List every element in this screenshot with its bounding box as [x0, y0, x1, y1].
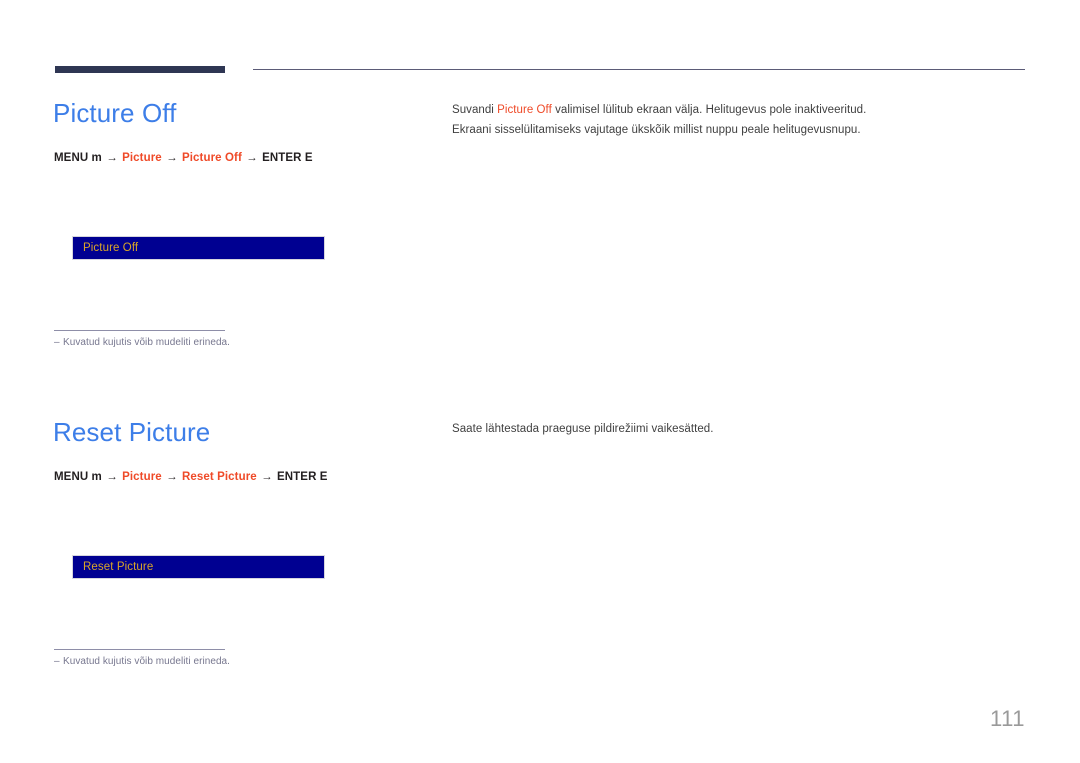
menu-path-suffix: ENTER E [277, 471, 328, 483]
page-number: 111 [990, 706, 1025, 731]
section-heading: Reset Picture [53, 417, 211, 447]
section-heading: Picture Off [53, 98, 177, 128]
footnote-text: Kuvatud kujutis võib mudeliti erineda. [63, 337, 230, 348]
footnote-dash: – [54, 656, 60, 667]
menu-path: MENU m → Picture → Reset Picture → ENTER… [54, 471, 328, 483]
osd-menu-bar: Reset Picture [72, 555, 325, 579]
footnote-dash: – [54, 337, 60, 348]
body-copy-line-1: Saate lähtestada praeguse pildirežiimi v… [452, 419, 1012, 439]
footnote-rule [54, 649, 225, 650]
body-copy-line-1: Suvandi Picture Off valimisel lülitub ek… [452, 100, 1012, 120]
header-rule-thick [55, 66, 225, 73]
menu-path-arrow-2: → [166, 152, 178, 164]
osd-menu-label: Reset Picture [83, 561, 154, 573]
menu-path-prefix: MENU m [54, 471, 102, 483]
osd-menu-bar: Picture Off [72, 236, 325, 260]
body-copy-line-2: Ekraani sisselülitamiseks vajutage ükskõ… [452, 124, 861, 136]
menu-path-step-2: Reset Picture [181, 471, 257, 483]
body-copy-line-1-accent: Picture Off [497, 104, 552, 116]
body-copy-line-1-before: Suvandi [452, 104, 498, 116]
menu-path-step-1: Picture [122, 152, 162, 164]
header-rule-thin [253, 69, 1025, 70]
menu-path-step-1: Picture [122, 471, 162, 483]
footnote-rule [54, 330, 225, 331]
menu-path-prefix: MENU m [54, 152, 102, 164]
footnote-text: Kuvatud kujutis võib mudeliti erineda. [63, 656, 230, 667]
document-page: Picture Off MENU m → Picture → Picture O… [0, 0, 1080, 763]
menu-path-arrow-2: → [166, 471, 178, 483]
menu-path-arrow-3: → [261, 471, 273, 483]
body-copy: Saate lähtestada praeguse pildirežiimi v… [452, 419, 1012, 439]
menu-path-suffix: ENTER E [262, 152, 313, 164]
menu-path-arrow-1: → [106, 471, 118, 483]
osd-menu-label: Picture Off [83, 242, 139, 254]
menu-path-arrow-1: → [106, 152, 118, 164]
body-copy-line-1-after: Saate lähtestada praeguse pildirežiimi v… [452, 423, 714, 435]
menu-path-step-2: Picture Off [181, 152, 242, 164]
footnote: – Kuvatud kujutis võib mudeliti erineda. [54, 337, 230, 348]
menu-path: MENU m → Picture → Picture Off → ENTER E [54, 152, 313, 164]
footnote: – Kuvatud kujutis võib mudeliti erineda. [54, 656, 230, 667]
menu-path-arrow-3: → [246, 152, 258, 164]
body-copy-line-1-after: valimisel lülitub ekraan välja. Helituge… [551, 104, 867, 116]
body-copy: Suvandi Picture Off valimisel lülitub ek… [452, 100, 1012, 140]
